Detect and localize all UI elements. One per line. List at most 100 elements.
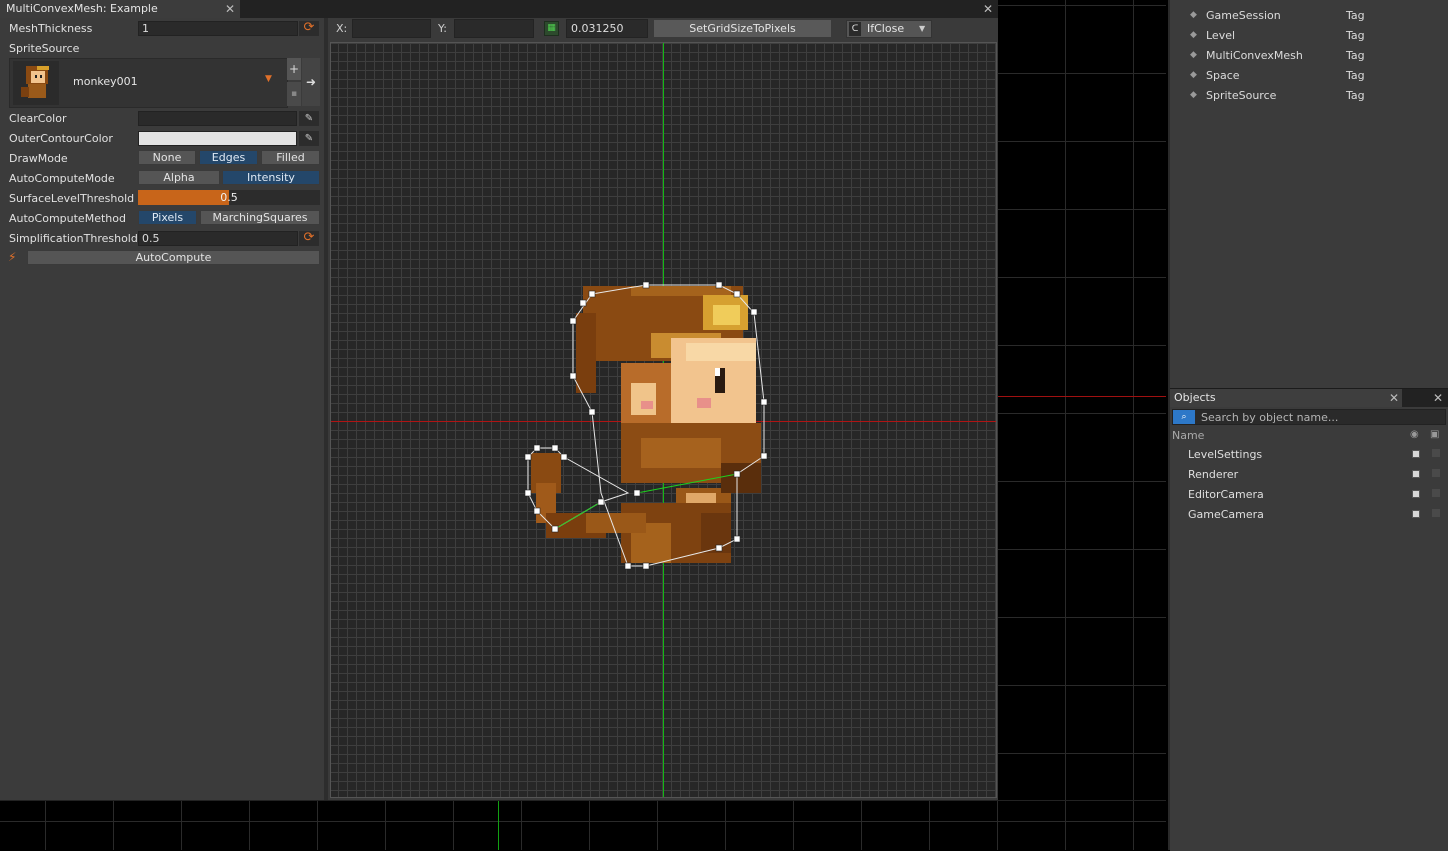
object-name: GameCamera [1188, 508, 1264, 521]
lock-toggle[interactable] [1432, 469, 1440, 477]
set-grid-size-button[interactable]: SetGridSizeToPixels [653, 19, 832, 38]
visibility-toggle[interactable] [1412, 450, 1420, 458]
draw-mode-edges-button[interactable]: Edges [199, 150, 258, 165]
navigate-arrow-icon[interactable]: ➜ [302, 58, 320, 106]
tag-type: Tag [1346, 89, 1365, 102]
object-name: EditorCamera [1188, 488, 1264, 501]
object-search-input[interactable]: ⌕ Search by object name... [1172, 409, 1446, 425]
outer-contour-color-label: OuterContourColor [9, 132, 113, 145]
tag-name: MultiConvexMesh [1206, 49, 1303, 62]
name-column-header: Name [1172, 429, 1205, 442]
tag-type: Tag [1346, 69, 1365, 82]
outer-contour-color-swatch[interactable] [138, 131, 297, 146]
lock-toggle[interactable] [1432, 509, 1440, 517]
monkey-thumbnail-icon [21, 66, 49, 98]
y-coordinate-field[interactable] [454, 19, 534, 38]
objects-tab-strip: ✕ [1402, 389, 1448, 407]
mode-alpha-button[interactable]: Alpha [138, 170, 220, 185]
sprite-thumbnail [13, 61, 59, 105]
visibility-toggle[interactable] [1412, 470, 1420, 478]
add-sprite-button[interactable]: + [287, 58, 301, 80]
close-tab-icon[interactable]: ✕ [1388, 392, 1400, 404]
sprite-source-label: SpriteSource [9, 42, 80, 55]
method-marching-squares-button[interactable]: MarchingSquares [200, 210, 320, 225]
x-axis-line [998, 396, 1166, 397]
tag-row[interactable]: ◆ GameSession Tag [1170, 6, 1448, 26]
lock-toggle[interactable] [1432, 489, 1440, 497]
sprite-source-selector[interactable]: monkey001 ▼ [9, 58, 288, 108]
tag-name: GameSession [1206, 9, 1281, 22]
tag-type: Tag [1346, 9, 1365, 22]
mesh-thickness-label: MeshThickness [9, 22, 93, 35]
close-tab-icon[interactable]: ✕ [224, 3, 236, 15]
surface-level-threshold-label: SurfaceLevelThreshold [9, 192, 135, 205]
object-name: LevelSettings [1188, 448, 1263, 461]
visibility-toggle[interactable] [1412, 490, 1420, 498]
tag-icon: ◆ [1190, 70, 1197, 80]
mesh-editor-canvas[interactable] [330, 42, 997, 798]
reset-icon[interactable]: ⟳ [299, 231, 319, 246]
auto-compute-button[interactable]: AutoCompute [27, 250, 320, 265]
object-name: Renderer [1188, 468, 1239, 481]
edit-sprite-button[interactable]: ▪ [287, 82, 301, 106]
surface-level-slider[interactable]: 0.5 [138, 190, 320, 205]
draw-mode-label: DrawMode [9, 152, 68, 165]
snap-mode-dropdown[interactable]: ᑕ IfClose ▼ [846, 20, 932, 38]
search-icon: ⌕ [1173, 410, 1195, 424]
sprite-name: monkey001 [73, 75, 138, 88]
visibility-toggle[interactable] [1412, 510, 1420, 518]
x-label: X: [336, 22, 348, 35]
draw-mode-none-button[interactable]: None [138, 150, 196, 165]
x-coordinate-field[interactable] [352, 19, 431, 38]
window-tab[interactable]: MultiConvexMesh: Example ✕ [0, 0, 240, 18]
object-row[interactable]: Renderer [1172, 465, 1446, 485]
objects-title: Objects [1174, 391, 1216, 404]
object-row[interactable]: GameCamera [1172, 505, 1446, 525]
window-title-bar: MultiConvexMesh: Example ✕ ✕ [0, 0, 998, 19]
object-row[interactable]: LevelSettings [1172, 445, 1446, 465]
tag-name: SpriteSource [1206, 89, 1277, 102]
grid-toggle-icon[interactable]: ▦ [544, 21, 559, 36]
slider-value: 0.5 [220, 191, 238, 204]
chevron-down-icon: ▼ [919, 24, 926, 33]
lightning-icon: ⚡ [8, 250, 17, 264]
draw-mode-filled-button[interactable]: Filled [261, 150, 320, 165]
editor-toolbar: X: Y: ▦ 0.031250 SetGridSizeToPixels ᑕ I… [328, 18, 998, 40]
tag-row[interactable]: ◆ MultiConvexMesh Tag [1170, 46, 1448, 66]
tag-name: Space [1206, 69, 1240, 82]
multiconvexmesh-window: MultiConvexMesh: Example ✕ ✕ MeshThickne… [0, 0, 998, 800]
bottom-viewport-strip [0, 800, 1166, 851]
eye-icon[interactable]: ◉ [1410, 429, 1419, 440]
tag-row[interactable]: ◆ SpriteSource Tag [1170, 86, 1448, 106]
eyedropper-icon[interactable]: ✎ [299, 111, 319, 126]
lock-toggle[interactable] [1432, 449, 1440, 457]
mesh-thickness-field[interactable]: 1 [138, 21, 298, 36]
chevron-down-icon[interactable]: ▼ [265, 74, 272, 84]
lock-icon[interactable]: ▣ [1430, 429, 1439, 440]
window-title: MultiConvexMesh: Example [6, 2, 158, 15]
method-pixels-button[interactable]: Pixels [138, 210, 197, 225]
close-window-icon[interactable]: ✕ [982, 3, 994, 15]
auto-compute-mode-label: AutoComputeMode [9, 172, 115, 185]
clear-color-swatch[interactable] [138, 111, 297, 126]
tag-type: Tag [1346, 29, 1365, 42]
eyedropper-icon[interactable]: ✎ [299, 131, 319, 146]
tag-row[interactable]: ◆ Space Tag [1170, 66, 1448, 86]
objects-tab[interactable]: Objects ✕ [1170, 389, 1402, 407]
grid-size-field[interactable]: 0.031250 [566, 19, 648, 38]
mode-intensity-button[interactable]: Intensity [222, 170, 320, 185]
objects-header-row: Name ◉ ▣ [1172, 428, 1446, 444]
close-panel-icon[interactable]: ✕ [1432, 392, 1444, 404]
tag-type: Tag [1346, 49, 1365, 62]
tag-icon: ◆ [1190, 10, 1197, 20]
object-row[interactable]: EditorCamera [1172, 485, 1446, 505]
auto-compute-method-label: AutoComputeMethod [9, 212, 126, 225]
tag-row[interactable]: ◆ Level Tag [1170, 26, 1448, 46]
simplification-threshold-label: SimplificationThreshold [9, 232, 138, 245]
property-panel: MeshThickness 1 ⟳ SpriteSource monkey001… [0, 18, 328, 800]
reset-icon[interactable]: ⟳ [299, 21, 319, 36]
simplification-threshold-field[interactable]: 0.5 [138, 231, 298, 246]
tag-name: Level [1206, 29, 1236, 42]
tag-icon: ◆ [1190, 90, 1197, 100]
clear-color-label: ClearColor [9, 112, 67, 125]
